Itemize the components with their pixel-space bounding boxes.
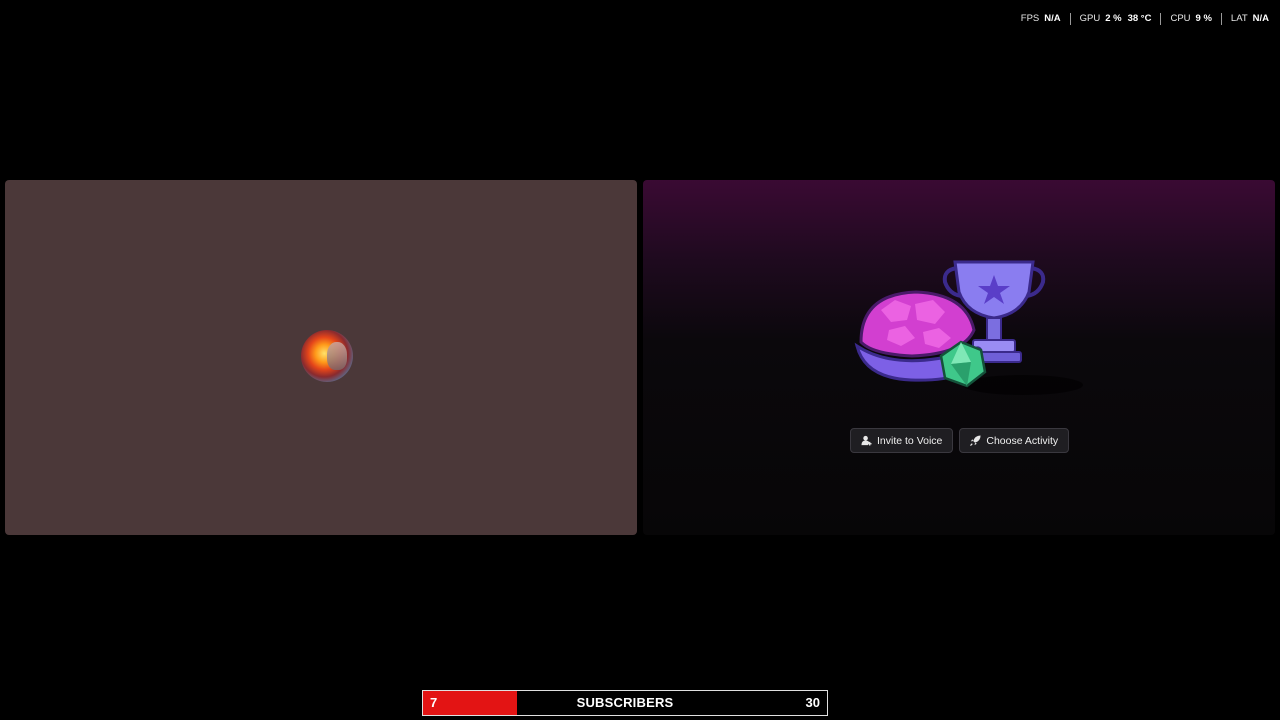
choose-activity-button[interactable]: Choose Activity bbox=[959, 428, 1070, 453]
lat-label: LAT bbox=[1230, 13, 1248, 24]
performance-overlay: FPS N/A GPU 2 % 38 °C CPU 9 % LAT N/A bbox=[1021, 12, 1269, 25]
invite-to-voice-label: Invite to Voice bbox=[877, 434, 943, 447]
goal-target-count: 30 bbox=[805, 695, 820, 710]
subscriber-goal-bar: 7 SUBSCRIBERS 30 bbox=[422, 690, 828, 716]
cpu-usage: 9 % bbox=[1195, 13, 1212, 24]
rocket-icon bbox=[970, 435, 981, 446]
activity-actions: Invite to Voice Choose Activity bbox=[850, 428, 1070, 453]
lat-value: N/A bbox=[1252, 13, 1269, 24]
gpu-usage: 2 % bbox=[1105, 13, 1122, 24]
user-plus-icon bbox=[861, 435, 872, 446]
gpu-stat: GPU 2 % 38 °C bbox=[1071, 12, 1161, 25]
user-avatar[interactable] bbox=[301, 330, 353, 382]
activity-illustration bbox=[854, 260, 1083, 395]
goal-label: SUBSCRIBERS bbox=[576, 695, 674, 710]
fps-value: N/A bbox=[1044, 13, 1061, 24]
fps-label: FPS bbox=[1020, 13, 1040, 24]
gpu-label: GPU bbox=[1079, 13, 1101, 24]
latency-stat: LAT N/A bbox=[1222, 12, 1269, 25]
participant-video-tile[interactable] bbox=[5, 180, 637, 535]
choose-activity-label: Choose Activity bbox=[986, 434, 1059, 447]
gpu-temp: 38 °C bbox=[1127, 13, 1152, 24]
fps-stat: FPS N/A bbox=[1021, 12, 1070, 25]
invite-to-voice-button[interactable]: Invite to Voice bbox=[850, 428, 954, 453]
cpu-label: CPU bbox=[1170, 13, 1191, 24]
cpu-stat: CPU 9 % bbox=[1161, 12, 1220, 25]
activity-tile: Invite to Voice Choose Activity bbox=[643, 180, 1275, 535]
avatar-face bbox=[327, 342, 347, 370]
